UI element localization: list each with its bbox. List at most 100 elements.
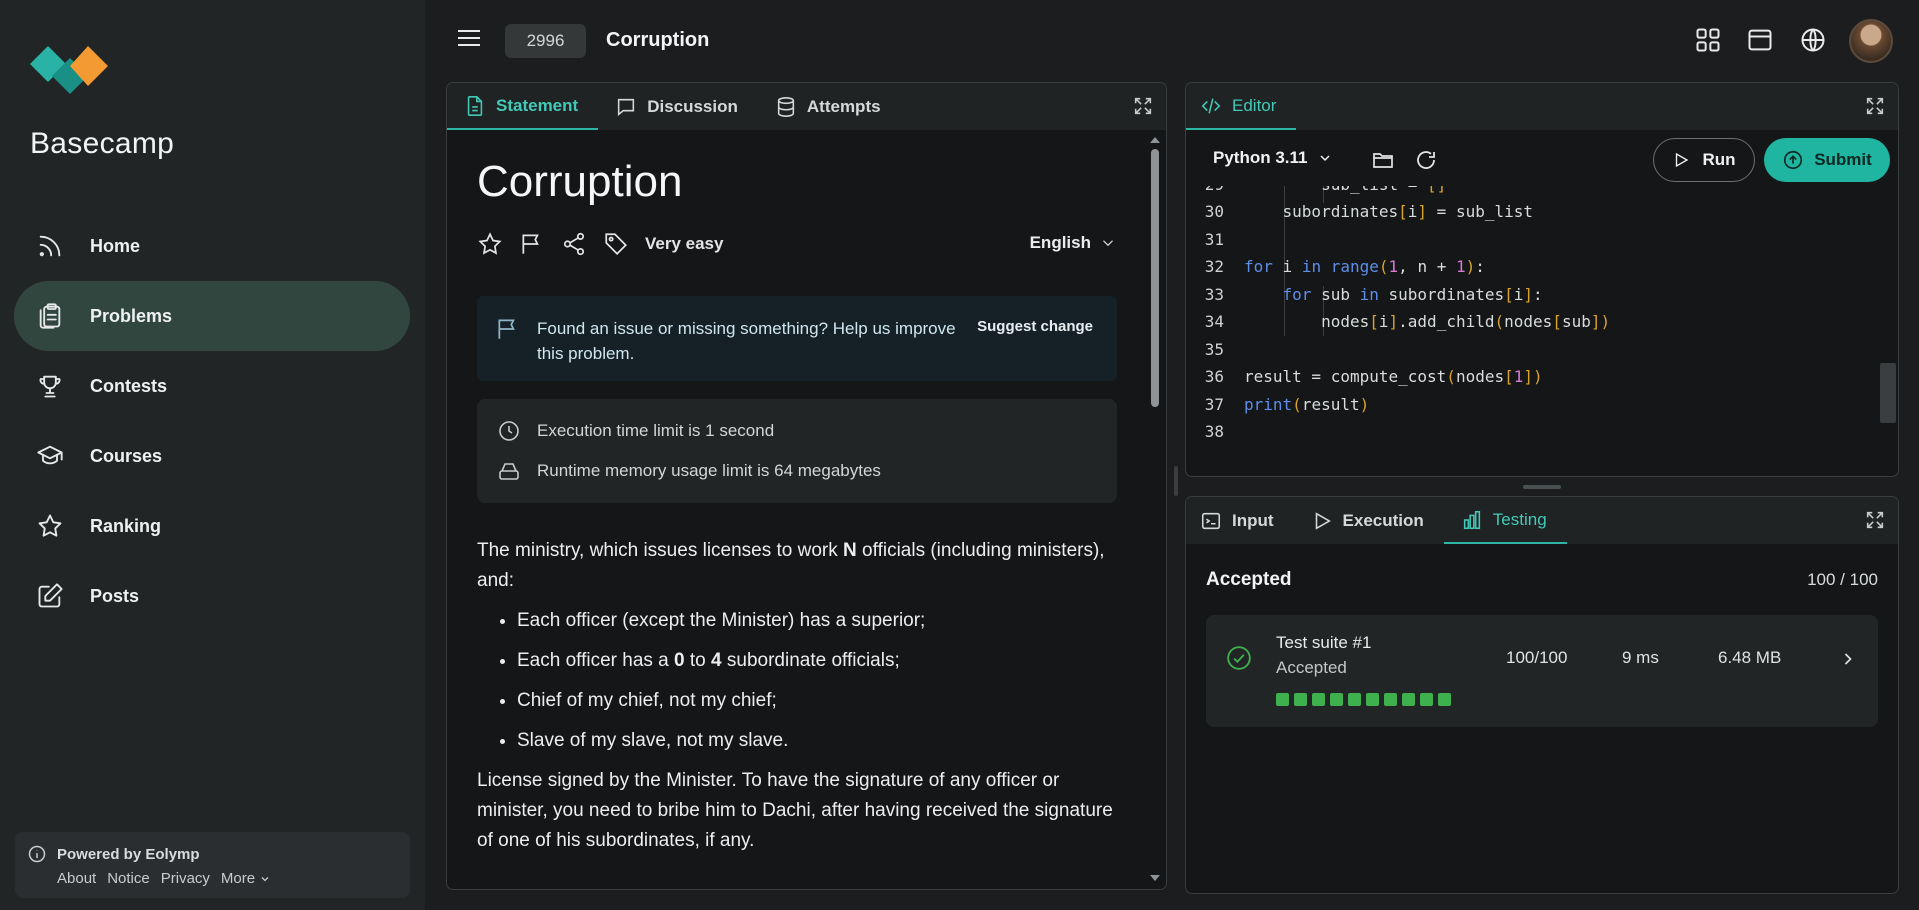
language-select[interactable]: English (1030, 233, 1117, 253)
powered-by-text: Powered by Eolymp (57, 845, 200, 863)
nav-item-problems[interactable]: Problems (14, 281, 410, 351)
tab-testing[interactable]: Testing (1443, 497, 1567, 544)
line-number: 34 (1204, 312, 1224, 331)
expand-icon[interactable] (1864, 509, 1886, 531)
grid-icon-wrap[interactable] (1694, 26, 1722, 54)
code-line: 35 (1186, 340, 1244, 368)
tab-label: Testing (1492, 509, 1547, 529)
more-label: More (220, 870, 256, 887)
panel-resize-handle[interactable] (1174, 466, 1178, 496)
flag-icon[interactable] (519, 231, 545, 257)
bar-chart-icon (1463, 510, 1480, 529)
tab-input[interactable]: Input (1186, 497, 1294, 544)
difficulty-label: Very easy (645, 234, 724, 253)
powered-row: Powered by Eolymp (27, 844, 200, 864)
scroll-thumb[interactable] (1151, 149, 1159, 407)
tab-label: Discussion (647, 96, 738, 116)
language-dropdown[interactable]: Python 3.11 (1213, 148, 1333, 168)
issue-notice: Found an issue or missing something? Hel… (477, 296, 1117, 381)
submit-label: Submit (1814, 150, 1872, 169)
upload-circle-icon (1784, 150, 1803, 170)
footer-link-about[interactable]: About (57, 870, 96, 887)
expand-icon[interactable] (1132, 95, 1154, 117)
text: to (684, 650, 712, 671)
rules-list: Each officer (except the Minister) has a… (517, 606, 1117, 756)
statement-scrollbar[interactable] (1148, 133, 1162, 885)
star-icon[interactable] (477, 231, 503, 257)
footer-link-notice[interactable]: Notice (107, 870, 150, 887)
line-number: 35 (1204, 340, 1224, 359)
text: subordinate officials; (721, 650, 900, 671)
code-line: 31 (1186, 230, 1244, 258)
sidebar: Basecamp Home Problems Contests Courses … (0, 0, 425, 910)
menu-icon[interactable] (457, 28, 481, 48)
code-line: 37 print(result) (1186, 395, 1370, 423)
tab-discussion[interactable]: Discussion (598, 83, 758, 130)
test-passed-marker (1312, 693, 1325, 706)
nav-item-posts[interactable]: Posts (14, 561, 410, 631)
testing-panel: Input Execution Testing Accepted 100 / 1… (1185, 496, 1899, 894)
tab-attempts[interactable]: Attempts (758, 83, 901, 130)
app-name: Basecamp (30, 127, 175, 160)
run-button[interactable]: Run (1653, 138, 1755, 182)
statement-title: Corruption (477, 157, 683, 206)
nav-label: Contests (90, 375, 168, 396)
editor-tabbar: Editor (1186, 83, 1898, 130)
memory-limit: Runtime memory usage limit is 64 megabyt… (497, 459, 881, 483)
nav-item-home[interactable]: Home (14, 211, 410, 281)
suggest-change-button[interactable]: Suggest change (977, 318, 1093, 335)
list-item: Chief of my chief, not my chief; (517, 686, 1117, 716)
problem-title: Corruption (606, 29, 710, 51)
code-text: nodes[i].add_child(nodes[sub]) (1244, 312, 1611, 331)
language-value: Python 3.11 (1213, 148, 1308, 167)
tab-statement[interactable]: Statement (447, 83, 599, 130)
globe-icon (1801, 28, 1825, 52)
statement-panel: Statement Discussion Attempts Corruption… (446, 82, 1167, 890)
nav-label: Problems (90, 305, 173, 326)
tab-label: Attempts (806, 96, 881, 116)
statement-intro: The ministry, which issues licenses to w… (477, 536, 1117, 596)
code-line: 30 subordinates[i] = sub_list (1186, 202, 1533, 230)
nav-item-courses[interactable]: Courses (14, 421, 410, 491)
statement-text: The ministry, which issues licenses to w… (477, 536, 1117, 856)
submit-button[interactable]: Submit (1764, 138, 1890, 182)
time-limit-text: Execution time limit is 1 second (537, 421, 775, 440)
folder-icon[interactable] (1371, 148, 1395, 172)
run-label: Run (1702, 150, 1736, 169)
share-icon[interactable] (561, 231, 587, 257)
code-editor[interactable]: 29 sub_list = [] 30 subordinates[i] = su… (1186, 186, 1880, 476)
nav-item-contests[interactable]: Contests (14, 351, 410, 421)
footer-link-privacy[interactable]: Privacy (161, 870, 210, 887)
testing-tabbar: Input Execution Testing (1186, 497, 1898, 544)
code-text: for i in range(1, n + 1): (1244, 257, 1485, 276)
list-item: Each officer (except the Minister) has a… (517, 606, 1117, 636)
test-passed-marker (1366, 693, 1379, 706)
editor-scrollbar[interactable] (1880, 363, 1896, 423)
window-icon-wrap[interactable] (1746, 26, 1774, 54)
limits-box: Execution time limit is 1 second Runtime… (477, 399, 1117, 503)
statement-tabbar: Statement Discussion Attempts (447, 83, 1166, 130)
globe-icon-wrap[interactable] (1799, 26, 1827, 54)
footer-link-more[interactable]: More (221, 870, 271, 887)
tab-editor[interactable]: Editor (1186, 83, 1297, 130)
powered-by-box: Powered by Eolymp About Notice Privacy M… (15, 832, 410, 898)
test-suite-row[interactable]: Test suite #1 Accepted 100/100 9 ms 6.48… (1206, 615, 1878, 727)
suite-points: 100/100 (1506, 648, 1568, 667)
tab-execution[interactable]: Execution (1294, 497, 1444, 544)
star-icon (38, 514, 62, 537)
language-label: English (1029, 233, 1091, 252)
test-passed-marker (1402, 693, 1415, 706)
rss-icon (39, 235, 61, 257)
tag-icon[interactable] (603, 231, 629, 257)
suite-name: Test suite #1 (1276, 633, 1372, 652)
refresh-icon[interactable] (1414, 148, 1438, 172)
editor-split-handle[interactable] (1523, 485, 1561, 489)
line-number: 31 (1204, 230, 1224, 249)
basecamp-logo[interactable] (30, 44, 110, 102)
chevron-right-icon (1844, 653, 1852, 665)
user-avatar[interactable] (1849, 19, 1893, 63)
expand-icon[interactable] (1864, 95, 1886, 117)
chat-bubble-icon (618, 98, 635, 116)
suite-status: Accepted (1276, 658, 1347, 677)
nav-item-ranking[interactable]: Ranking (14, 491, 410, 561)
